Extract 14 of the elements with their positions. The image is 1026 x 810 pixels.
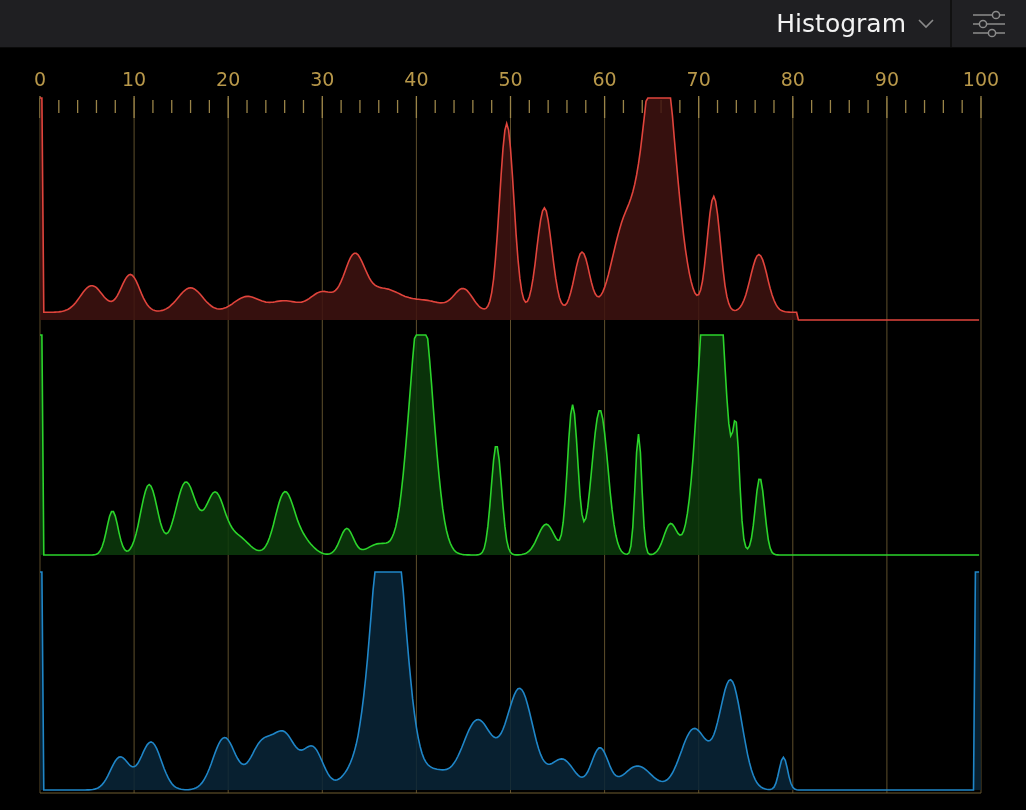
scale-label: 30 — [310, 68, 335, 90]
scale-label: 90 — [874, 68, 899, 90]
scale-label: 40 — [404, 68, 429, 90]
chevron-down-icon[interactable] — [918, 18, 934, 29]
scale-label: 60 — [592, 68, 617, 90]
panel-title[interactable]: Histogram — [776, 9, 906, 38]
scale-label: 50 — [498, 68, 523, 90]
scale-label: 80 — [780, 68, 805, 90]
settings-icon — [972, 8, 1006, 39]
scale-label: 20 — [216, 68, 241, 90]
scale-label: 70 — [686, 68, 711, 90]
scale-label: 100 — [962, 68, 1000, 90]
scale-label: 10 — [122, 68, 147, 90]
scale-label: 0 — [33, 68, 47, 90]
